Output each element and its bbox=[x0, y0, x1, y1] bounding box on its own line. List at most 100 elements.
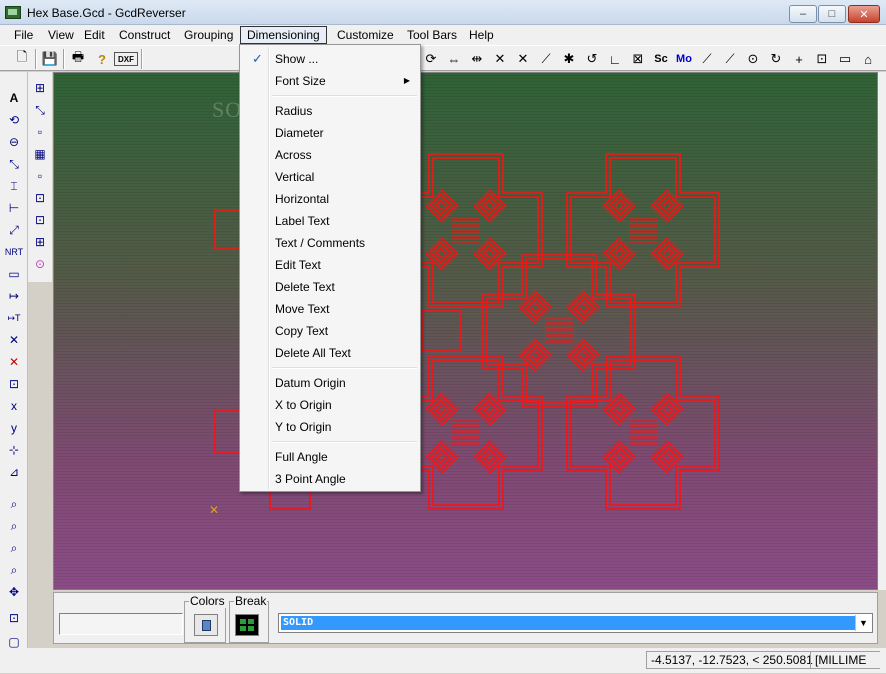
print-icon[interactable]: 🖶 bbox=[68, 49, 88, 69]
menu-edit[interactable]: Edit bbox=[78, 26, 111, 44]
new-file-icon[interactable]: 🗋 bbox=[12, 49, 32, 69]
left-tool-secondary-icon[interactable]: ⤡ bbox=[29, 100, 51, 120]
left-tool-secondary-icon[interactable]: ⊞ bbox=[29, 78, 51, 98]
menu-file[interactable]: File bbox=[8, 26, 39, 44]
toolbar-tool-icon[interactable]: Sc bbox=[651, 49, 671, 69]
menu-item-label: Move Text bbox=[275, 302, 330, 316]
left-tool-secondary-icon[interactable]: ⊙ bbox=[29, 254, 51, 274]
left-tool-icon[interactable]: ⌶ bbox=[3, 176, 25, 196]
left-tool-icon[interactable]: A bbox=[3, 88, 25, 108]
menu-item-full-angle[interactable]: Full Angle bbox=[242, 446, 418, 468]
toolbar-tool-icon[interactable]: ∟ bbox=[605, 49, 625, 69]
left-tool-icon[interactable]: ⤢ bbox=[3, 220, 25, 240]
menu-item-diameter[interactable]: Diameter bbox=[242, 122, 418, 144]
toolbar-tool-icon[interactable]: + bbox=[789, 49, 809, 69]
left-tool-icon[interactable]: ⊹ bbox=[3, 440, 25, 460]
menu-item-x-to-origin[interactable]: X to Origin bbox=[242, 394, 418, 416]
toolbar-tool-icon[interactable]: ⟋ bbox=[720, 49, 740, 69]
menu-item-vertical[interactable]: Vertical bbox=[242, 166, 418, 188]
menu-item-move-text[interactable]: Move Text bbox=[242, 298, 418, 320]
toolbar-tool-icon[interactable]: ✕ bbox=[490, 49, 510, 69]
left-tool-icon[interactable]: ▭ bbox=[3, 264, 25, 284]
menu-item-label: 3 Point Angle bbox=[275, 472, 346, 486]
toolbar-tool-icon[interactable]: ⌂ bbox=[858, 49, 878, 69]
line-style-select[interactable]: SOLID ▼ bbox=[278, 613, 873, 633]
break-cell bbox=[248, 619, 254, 624]
dxf-out-icon[interactable]: DXF bbox=[114, 52, 138, 66]
left-tool-icon[interactable]: NRT bbox=[3, 242, 25, 262]
toolbar-tool-icon[interactable]: ⊠ bbox=[628, 49, 648, 69]
menu-item-label-text[interactable]: Label Text bbox=[242, 210, 418, 232]
command-input[interactable] bbox=[59, 613, 183, 635]
maximize-button[interactable]: □ bbox=[818, 5, 846, 23]
menu-item-copy-text[interactable]: Copy Text bbox=[242, 320, 418, 342]
left-tool-icon[interactable]: ⊡ bbox=[3, 374, 25, 394]
menu-item-across[interactable]: Across bbox=[242, 144, 418, 166]
left-tool-icon[interactable]: ⟲ bbox=[3, 110, 25, 130]
toolbar-tool-icon[interactable]: ⇹ bbox=[467, 49, 487, 69]
left-tool-icon[interactable]: ⌕ bbox=[3, 494, 25, 514]
menu-item-edit-text[interactable]: Edit Text bbox=[242, 254, 418, 276]
break-button[interactable] bbox=[235, 614, 259, 636]
toolbar-tool-icon[interactable]: ⊙ bbox=[743, 49, 763, 69]
menu-item-radius[interactable]: Radius bbox=[242, 100, 418, 122]
drawing-canvas[interactable]: SOFTPEDIA ✕ bbox=[53, 72, 878, 590]
left-tool-icon[interactable]: ⌕ bbox=[3, 516, 25, 536]
menu-view[interactable]: View bbox=[42, 26, 80, 44]
window-title: Hex Base.Gcd - GcdReverser bbox=[27, 6, 186, 20]
left-tool-icon[interactable]: ✕ bbox=[3, 330, 25, 350]
menu-construct[interactable]: Construct bbox=[113, 26, 176, 44]
left-tool-icon[interactable]: ⤡ bbox=[3, 154, 25, 174]
left-tool-icon[interactable]: ⌕ bbox=[3, 560, 25, 580]
menu-customize[interactable]: Customize bbox=[331, 26, 400, 44]
colors-button[interactable] bbox=[194, 614, 218, 636]
minimize-button[interactable]: – bbox=[789, 5, 817, 23]
menu-grouping[interactable]: Grouping bbox=[178, 26, 239, 44]
left-tool-icon[interactable]: ⌕ bbox=[3, 538, 25, 558]
chevron-down-icon[interactable]: ▼ bbox=[855, 615, 871, 631]
menu-help[interactable]: Help bbox=[463, 26, 500, 44]
left-tool-icon[interactable]: ⊿ bbox=[3, 462, 25, 482]
toolbar-tool-icon[interactable]: ✱ bbox=[559, 49, 579, 69]
close-button[interactable]: ✕ bbox=[848, 5, 880, 23]
toolbar-tool-icon[interactable]: ⟋ bbox=[536, 49, 556, 69]
left-tool-icon[interactable]: ⊢ bbox=[3, 198, 25, 218]
menu-item-font-size[interactable]: Font Size ▶ bbox=[242, 70, 418, 92]
left-tool-icon[interactable]: ⊡ bbox=[3, 608, 25, 628]
menu-item-3-point-angle[interactable]: 3 Point Angle bbox=[242, 468, 418, 490]
left-tool-secondary-icon[interactable]: ⊡ bbox=[29, 188, 51, 208]
left-tool-icon[interactable]: x bbox=[3, 396, 25, 416]
toolbar-tool-icon[interactable]: ✕ bbox=[513, 49, 533, 69]
toolbar-tool-icon[interactable]: ↺ bbox=[582, 49, 602, 69]
left-tool-secondary-icon[interactable]: ▫ bbox=[29, 166, 51, 186]
left-tool-icon[interactable]: ✥ bbox=[3, 582, 25, 602]
left-tool-icon[interactable]: y bbox=[3, 418, 25, 438]
toolbar-tool-icon[interactable]: ⊡ bbox=[812, 49, 832, 69]
menu-item-show[interactable]: ✓ Show ... bbox=[242, 48, 418, 70]
left-tool-icon[interactable]: ↦ bbox=[3, 286, 25, 306]
left-tool-icon[interactable]: ↦T bbox=[3, 308, 25, 328]
save-icon[interactable]: 💾 bbox=[40, 49, 60, 69]
menu-item-datum-origin[interactable]: Datum Origin bbox=[242, 372, 418, 394]
toolbar-tool-icon[interactable]: Mo bbox=[674, 49, 694, 69]
toolbar-tool-icon[interactable]: ⟳ bbox=[421, 49, 441, 69]
left-tool-secondary-icon[interactable]: ▦ bbox=[29, 144, 51, 164]
menu-dimensioning[interactable]: Dimensioning bbox=[240, 26, 327, 44]
menu-item-text-comments[interactable]: Text / Comments bbox=[242, 232, 418, 254]
menu-item-horizontal[interactable]: Horizontal bbox=[242, 188, 418, 210]
left-tool-icon[interactable]: ⊖ bbox=[3, 132, 25, 152]
menu-item-delete-text[interactable]: Delete Text bbox=[242, 276, 418, 298]
toolbar-tool-icon[interactable]: ↻ bbox=[766, 49, 786, 69]
toolbar-tool-icon[interactable]: ▭ bbox=[835, 49, 855, 69]
left-tool-secondary-icon[interactable]: ⊞ bbox=[29, 232, 51, 252]
toolbar-tool-icon[interactable]: ⇔ bbox=[444, 49, 464, 69]
left-tool-secondary-icon[interactable]: ▫ bbox=[29, 122, 51, 142]
menu-item-y-to-origin[interactable]: Y to Origin bbox=[242, 416, 418, 438]
left-tool-icon[interactable]: ✕ bbox=[3, 352, 25, 372]
menu-item-delete-all-text[interactable]: Delete All Text bbox=[242, 342, 418, 364]
menu-tool-bars[interactable]: Tool Bars bbox=[401, 26, 463, 44]
toolbar-tool-icon[interactable]: ⟋ bbox=[697, 49, 717, 69]
help-icon[interactable]: ? bbox=[92, 49, 112, 69]
vertical-scrollbar[interactable] bbox=[878, 72, 886, 590]
left-tool-secondary-icon[interactable]: ⊡ bbox=[29, 210, 51, 230]
